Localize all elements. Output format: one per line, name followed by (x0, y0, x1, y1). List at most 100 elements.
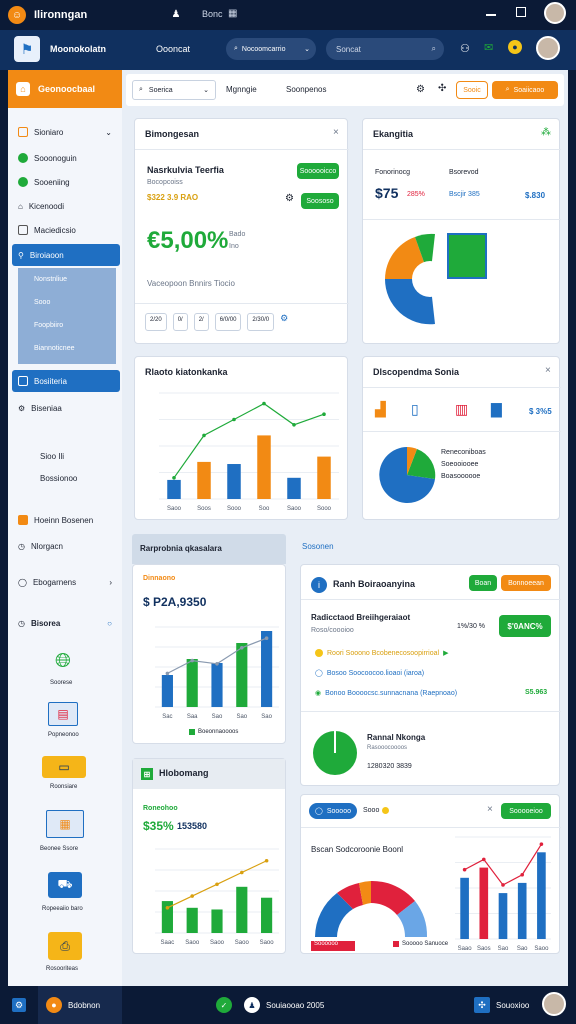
submenu-item[interactable]: Nonstnliue (34, 276, 67, 283)
chart-icon[interactable]: ▟ (375, 401, 386, 418)
sidebar-item-7[interactable]: Hoeinn Bosenen (12, 510, 120, 530)
grid-icon[interactable]: ✣ (474, 997, 490, 1013)
list-item[interactable]: ◉ Bonoo Boooocsc.sunnacnana (Raepnoao) (315, 689, 457, 698)
document-icon[interactable]: ▤ (48, 702, 78, 726)
bar (517, 882, 527, 939)
globe-icon[interactable]: 🌐︎ (48, 648, 78, 674)
settings-icon[interactable]: ⚙ (285, 193, 294, 204)
page-chip[interactable]: 0/ (172, 313, 188, 331)
maximize-icon[interactable] (516, 7, 526, 17)
section-tab[interactable]: Sosonen (302, 542, 334, 551)
page-chip[interactable]: 6/0/00 (214, 313, 242, 331)
page-chip[interactable]: 2/30/0 (247, 313, 275, 331)
sidebar-item-6[interactable]: ⚙ Biseniaa (12, 398, 120, 418)
list-item[interactable]: Roori Sooono Bcobenecosoopirrioal ▶ (315, 649, 448, 657)
filter-chip[interactable]: Sooo (363, 807, 390, 814)
sidebar-active-group[interactable]: ⚲ Biroiaoon (12, 244, 120, 266)
toolbar-link[interactable]: Mgnngie (226, 85, 257, 94)
box-icon (18, 376, 28, 386)
center-label[interactable]: Oooncat (156, 44, 190, 54)
sidebar-item-5[interactable]: Maciedicsio (12, 220, 120, 240)
status-dot-icon (18, 153, 28, 163)
x-tick-label: Sooo (317, 506, 332, 512)
sidebar-item-9[interactable]: ◯ Ebogarnens › (12, 572, 120, 592)
sidebar-active-item[interactable]: Bosiiteria (12, 370, 120, 392)
close-icon[interactable]: × (545, 365, 551, 376)
submenu-item[interactable]: Sooo (34, 299, 50, 306)
user-icon[interactable]: ♟ (244, 997, 260, 1013)
book-icon[interactable]: ▥ (455, 401, 468, 418)
divider (135, 303, 349, 304)
line-point (539, 842, 544, 846)
line-point (264, 858, 269, 863)
printer-icon[interactable]: ⎙ (48, 932, 82, 960)
action-button[interactable]: Sooooeioo (501, 803, 551, 819)
sidebar-mid-label[interactable]: Sioo Ili (40, 452, 64, 461)
bar-icon[interactable]: ▇ (491, 401, 502, 418)
user-icon[interactable]: ♟ (170, 8, 182, 20)
grid-icon[interactable]: ▦ (228, 8, 237, 19)
card-subtitle: Radicctaod Breiihgeraiaot (311, 613, 411, 622)
settings-icon[interactable]: ⚙ (12, 998, 26, 1012)
action-button-1[interactable]: Sooic (456, 81, 488, 99)
sidebar-mid-label[interactable]: Bossionoo (40, 474, 77, 483)
network-icon[interactable]: ⁂ (541, 127, 551, 138)
search-input[interactable]: Soncat ⌕ (326, 38, 444, 60)
sidebar-item-8[interactable]: ◷ Nlorgacn (12, 536, 120, 556)
settings-icon[interactable]: ⚙ (280, 313, 288, 331)
action-button-2[interactable]: ⌕ Soaiicaoo (492, 81, 558, 99)
toggle-icon: ○ (107, 618, 112, 628)
sidebar-item-3[interactable]: Sooeniing (12, 172, 120, 192)
x-tick-label: Saoo (260, 940, 275, 946)
truck-icon[interactable]: ▭ (42, 756, 86, 778)
window-tab[interactable]: Bonc (202, 9, 223, 19)
toolbar-link[interactable]: Soonpenos (286, 85, 326, 94)
ring-subtitle: Rasooocoooos (367, 745, 408, 751)
avatar[interactable] (544, 2, 566, 24)
avatar[interactable] (536, 36, 560, 60)
submenu-item[interactable]: Foopbiiro (34, 322, 63, 329)
status-icon[interactable]: ✓ (216, 997, 232, 1013)
play-icon: ▶ (443, 650, 449, 657)
submenu-item[interactable]: Biannoticnee (34, 345, 74, 352)
chat-icon[interactable]: ✉ (484, 41, 493, 54)
status-button[interactable]: Soooooicco (297, 163, 339, 179)
search-filter[interactable]: ⌕ Soerica ⌄ (132, 80, 216, 100)
bar (257, 435, 271, 499)
gallery-label: Beonee Ssore (40, 846, 79, 852)
sidebar-item-10[interactable]: ◷ Bisorea ○ (12, 613, 120, 633)
status-button[interactable]: Soososo (301, 193, 339, 209)
tab-header[interactable]: Rarprobnia qkasalara (132, 534, 286, 564)
dashboard-icon[interactable]: ▦ (46, 810, 84, 838)
action-button[interactable]: Boan (469, 575, 497, 591)
bar-line-card: Rlaoto kiatonkanka Saoo Soos Sooo Soo Saoo So… (134, 356, 348, 520)
sidebar-item-2[interactable]: Sooonoguin (12, 148, 120, 168)
gear-icon[interactable]: ⚙ (416, 84, 425, 95)
minimize-icon[interactable] (486, 14, 496, 16)
action-button[interactable]: Bonnoeean (501, 575, 551, 591)
sidebar-header-label: Geonoocbaal (38, 84, 96, 94)
list-item[interactable]: ◯ Bosoo Soocoocoo.lioaoi (iaroa) (315, 669, 424, 678)
bottom-app-button[interactable]: ● Bdobnon (38, 986, 122, 1024)
close-icon[interactable]: × (487, 804, 493, 815)
close-icon[interactable]: × (333, 127, 339, 138)
circle-icon: ◯ (18, 577, 27, 587)
circle-icon: ◯ (315, 670, 323, 677)
robot-icon[interactable]: ⚇ (460, 42, 470, 55)
card-subtitle: Nasrkulvia Teerfia (147, 165, 224, 175)
sidebar-header[interactable]: ⌂ Geonoocbaal (8, 70, 122, 108)
page-chip[interactable]: 2/ (193, 313, 209, 331)
divider (301, 827, 561, 828)
notification-icon[interactable]: ● (508, 40, 522, 54)
tab-header[interactable]: ⊞ Hlobomang (133, 759, 285, 789)
network-icon[interactable]: ✣ (438, 83, 446, 94)
sidebar-item-1[interactable]: Sioniaro ⌄ (12, 122, 120, 142)
vehicle-icon[interactable]: ⛟ (48, 872, 82, 898)
page-chip[interactable]: 2/20 (145, 313, 167, 331)
metric-note: Ino (229, 243, 239, 250)
workspace-dropdown[interactable]: ⌕ Nocoomcarrio ⌄ (226, 38, 316, 60)
clipboard-icon[interactable]: ▯ (411, 401, 419, 418)
avatar[interactable] (542, 992, 566, 1016)
sidebar-item-4[interactable]: ⌂ Kicenoodi (12, 196, 120, 216)
filter-chip[interactable]: ◯ Sooooo (309, 803, 357, 819)
